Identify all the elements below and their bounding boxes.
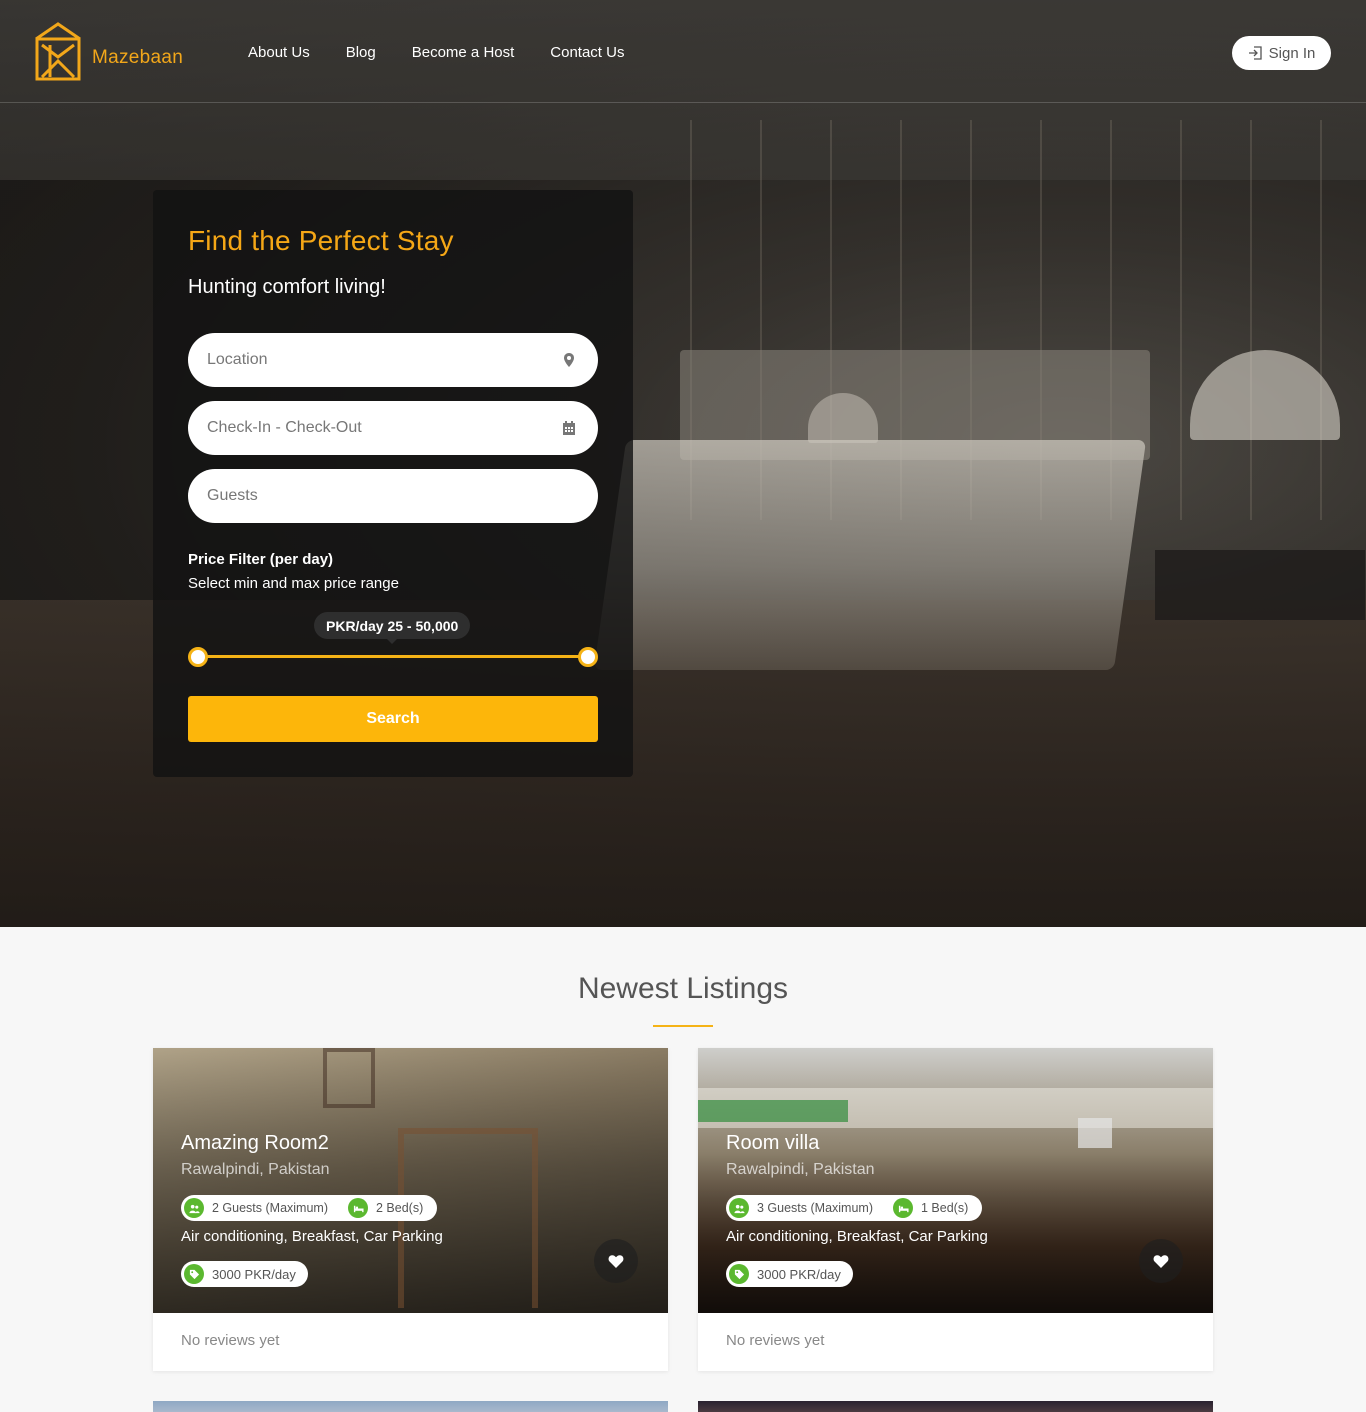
listing-price-text: 3000 PKR/day	[212, 1266, 296, 1282]
listing-beds: 2 Bed(s)	[376, 1201, 424, 1215]
price-slider-min-handle[interactable]	[188, 647, 208, 667]
search-panel: Find the Perfect Stay Hunting comfort li…	[153, 190, 633, 777]
listing-card[interactable]: Room villa Rawalpindi, Pakistan 3 Guests…	[698, 1048, 1213, 1371]
hero-nightstand	[1155, 550, 1365, 620]
bed-icon	[893, 1198, 913, 1218]
price-filter-title: Price Filter (per day)	[188, 551, 334, 568]
listing-card[interactable]: Amazing Room2 Rawalpindi, Pakistan 2 Gue…	[153, 1048, 668, 1371]
listing-title[interactable]: Room villa	[726, 1132, 819, 1155]
listing-location: Rawalpindi, Pakistan	[181, 1161, 330, 1178]
dates-input[interactable]: Check-In - Check-Out	[188, 401, 598, 455]
users-icon	[729, 1198, 749, 1218]
nav-become-host[interactable]: Become a Host	[412, 44, 515, 61]
brand-name: Mazebaan	[92, 47, 184, 68]
price-slider-max-handle[interactable]	[578, 647, 598, 667]
price-slider-track[interactable]	[198, 655, 588, 658]
listing-beds: 1 Bed(s)	[921, 1201, 969, 1215]
listing-card-peek[interactable]	[698, 1401, 1213, 1412]
hero-bed	[593, 440, 1147, 670]
listing-card-peek[interactable]	[153, 1401, 668, 1412]
listing-amenities: Air conditioning, Breakfast, Car Parking	[181, 1228, 443, 1245]
listing-guests: 3 Guests (Maximum)	[757, 1201, 873, 1215]
price-filter-subtitle: Select min and max price range	[188, 575, 399, 592]
heart-icon	[608, 1254, 624, 1268]
calendar-icon	[563, 421, 575, 435]
tag-icon	[729, 1264, 749, 1284]
listing-price: 3000 PKR/day	[181, 1261, 308, 1287]
sign-in-button[interactable]: Sign In	[1232, 36, 1331, 70]
listing-capacity-chips: 2 Guests (Maximum) 2 Bed(s)	[181, 1195, 438, 1221]
section-title-underline	[653, 1025, 713, 1027]
favorite-button[interactable]	[1139, 1239, 1183, 1283]
main-nav: About Us Blog Become a Host Contact Us	[248, 44, 624, 61]
nav-about-us[interactable]: About Us	[248, 44, 310, 61]
nav-blog[interactable]: Blog	[346, 44, 376, 61]
search-subtitle: Hunting comfort living!	[188, 276, 386, 298]
listing-reviews: No reviews yet	[181, 1332, 280, 1349]
guests-input[interactable]: Guests	[188, 469, 598, 523]
map-pin-icon	[564, 353, 574, 367]
site-header: Mazebaan About Us Blog Become a Host Con…	[0, 0, 1366, 103]
search-title: Find the Perfect Stay	[188, 225, 454, 256]
section-title: Newest Listings	[577, 972, 789, 1005]
listing-reviews: No reviews yet	[726, 1332, 825, 1349]
listing-price: 3000 PKR/day	[726, 1261, 853, 1287]
location-placeholder: Location	[207, 351, 268, 368]
nav-contact-us[interactable]: Contact Us	[550, 44, 624, 61]
dates-placeholder: Check-In - Check-Out	[207, 419, 362, 436]
listing-guests: 2 Guests (Maximum)	[212, 1201, 328, 1215]
heart-icon	[1153, 1254, 1169, 1268]
favorite-button[interactable]	[594, 1239, 638, 1283]
tag-icon	[184, 1264, 204, 1284]
guests-placeholder: Guests	[207, 487, 258, 504]
users-icon	[184, 1198, 204, 1218]
listing-title[interactable]: Amazing Room2	[181, 1132, 329, 1155]
bed-icon	[348, 1198, 368, 1218]
logo-mark-icon	[35, 22, 81, 81]
listing-price-text: 3000 PKR/day	[757, 1266, 841, 1282]
listing-amenities: Air conditioning, Breakfast, Car Parking	[726, 1228, 988, 1245]
location-input[interactable]: Location	[188, 333, 598, 387]
price-range-tooltip: PKR/day 25 - 50,000	[314, 612, 471, 644]
sign-in-label: Sign In	[1268, 44, 1316, 62]
listing-capacity-chips: 3 Guests (Maximum) 1 Bed(s)	[726, 1195, 983, 1221]
listing-location: Rawalpindi, Pakistan	[726, 1161, 875, 1178]
brand-logo[interactable]: Mazebaan	[33, 21, 183, 81]
sign-in-icon	[1248, 46, 1262, 60]
search-button[interactable]: Search	[188, 696, 598, 742]
